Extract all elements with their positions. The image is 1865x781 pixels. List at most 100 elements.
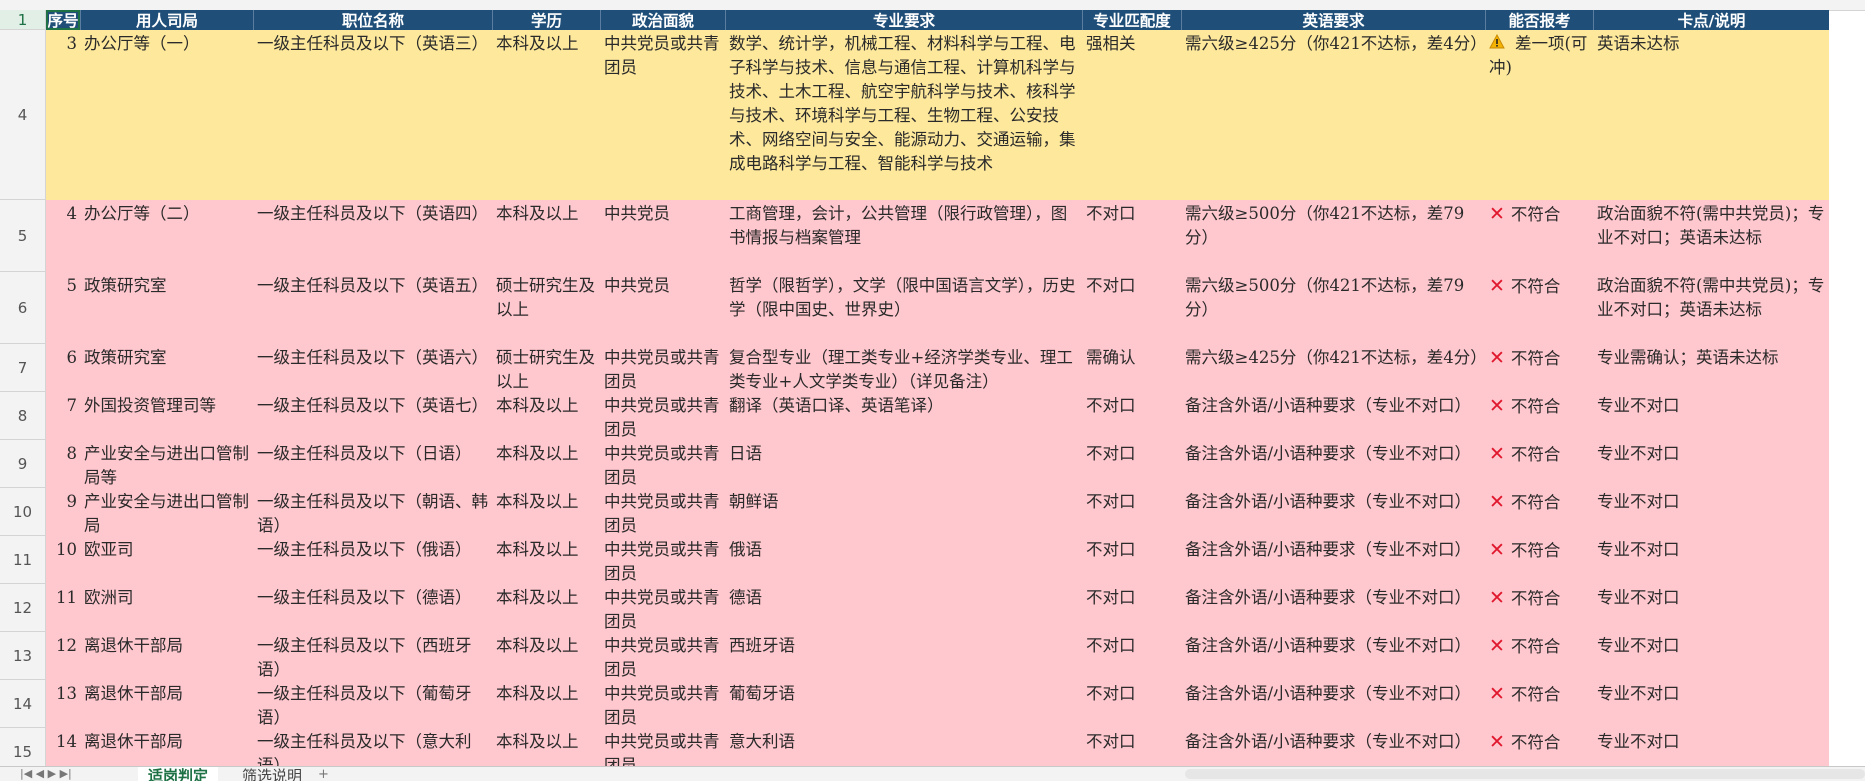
position-title-cell[interactable]: 一级主任科员及以下（日语） [253, 440, 492, 488]
row-header[interactable]: 15 [0, 728, 46, 766]
position-title-cell[interactable]: 一级主任科员及以下（俄语） [253, 536, 492, 584]
political-status-cell[interactable]: 中共党员或共青团员 [600, 392, 725, 440]
department-cell[interactable]: 欧洲司 [80, 584, 253, 632]
position-title-cell[interactable]: 一级主任科员及以下（英语六） [253, 344, 492, 392]
english-requirement-cell[interactable]: 备注含外语/小语种要求（专业不对口） [1181, 392, 1485, 440]
major-match-cell[interactable]: 不对口 [1082, 272, 1181, 344]
eligibility-cell[interactable]: ✕ 不符合 [1485, 392, 1593, 440]
education-cell[interactable]: 本科及以上 [492, 728, 600, 766]
column-heading[interactable]: 能否报考 [1485, 10, 1593, 30]
department-cell[interactable]: 办公厅等（一） [80, 30, 253, 200]
tab-fit-judgment[interactable]: 适岗判定 [138, 767, 219, 781]
major-requirement-cell[interactable]: 西班牙语 [725, 632, 1082, 680]
position-title-cell[interactable]: 一级主任科员及以下（朝语、韩语） [253, 488, 492, 536]
position-title-cell[interactable]: 一级主任科员及以下（英语四） [253, 200, 492, 272]
education-cell[interactable]: 本科及以上 [492, 632, 600, 680]
education-cell[interactable]: 本科及以上 [492, 536, 600, 584]
department-cell[interactable]: 离退休干部局 [80, 680, 253, 728]
major-requirement-cell[interactable]: 葡萄牙语 [725, 680, 1082, 728]
position-title-cell[interactable]: 一级主任科员及以下（英语三） [253, 30, 492, 200]
major-requirement-cell[interactable]: 日语 [725, 440, 1082, 488]
row-header[interactable]: 6 [0, 272, 46, 344]
eligibility-cell[interactable]: ✕ 不符合 [1485, 728, 1593, 766]
major-requirement-cell[interactable]: 德语 [725, 584, 1082, 632]
major-match-cell[interactable]: 不对口 [1082, 584, 1181, 632]
political-status-cell[interactable]: 中共党员或共青团员 [600, 584, 725, 632]
column-heading[interactable]: 职位名称 [253, 10, 492, 30]
eligibility-cell[interactable]: ✕ 不符合 [1485, 488, 1593, 536]
major-match-cell[interactable]: 不对口 [1082, 392, 1181, 440]
eligibility-cell[interactable]: ✕ 不符合 [1485, 344, 1593, 392]
add-sheet-button[interactable]: + [318, 767, 329, 781]
eligibility-cell[interactable]: ✕ 不符合 [1485, 440, 1593, 488]
education-cell[interactable]: 本科及以上 [492, 392, 600, 440]
row-header[interactable]: 4 [0, 30, 46, 200]
notes-cell[interactable]: 政治面貌不符(需中共党员)；专业不对口；英语未达标 [1593, 200, 1829, 272]
notes-cell[interactable]: 专业不对口 [1593, 632, 1829, 680]
column-heading[interactable]: 专业要求 [725, 10, 1082, 30]
serial-cell[interactable]: 9 [46, 488, 80, 536]
major-match-cell[interactable]: 不对口 [1082, 536, 1181, 584]
horizontal-scrollbar[interactable] [1185, 769, 1865, 779]
political-status-cell[interactable]: 中共党员或共青团员 [600, 344, 725, 392]
major-requirement-cell[interactable]: 数学、统计学，机械工程、材料科学与工程、电子科学与技术、信息与通信工程、计算机科… [725, 30, 1082, 200]
serial-cell[interactable]: 8 [46, 440, 80, 488]
political-status-cell[interactable]: 中共党员或共青团员 [600, 632, 725, 680]
major-match-cell[interactable]: 不对口 [1082, 440, 1181, 488]
serial-cell[interactable]: 7 [46, 392, 80, 440]
notes-cell[interactable]: 专业不对口 [1593, 584, 1829, 632]
serial-cell[interactable]: 4 [46, 200, 80, 272]
english-requirement-cell[interactable]: 需六级≥500分（你421不达标，差79分） [1181, 200, 1485, 272]
major-requirement-cell[interactable]: 翻译（英语口译、英语笔译） [725, 392, 1082, 440]
political-status-cell[interactable]: 中共党员 [600, 272, 725, 344]
department-cell[interactable]: 政策研究室 [80, 344, 253, 392]
notes-cell[interactable]: 英语未达标 [1593, 30, 1829, 200]
column-heading[interactable]: 序号 [46, 10, 80, 30]
education-cell[interactable]: 本科及以上 [492, 200, 600, 272]
political-status-cell[interactable]: 中共党员或共青团员 [600, 440, 725, 488]
major-match-cell[interactable]: 强相关 [1082, 30, 1181, 200]
row-header[interactable]: 1 [0, 10, 46, 30]
political-status-cell[interactable]: 中共党员或共青团员 [600, 680, 725, 728]
position-title-cell[interactable]: 一级主任科员及以下（英语七） [253, 392, 492, 440]
serial-cell[interactable]: 11 [46, 584, 80, 632]
row-header[interactable]: 8 [0, 392, 46, 440]
column-heading[interactable]: 专业匹配度 [1082, 10, 1181, 30]
serial-cell[interactable]: 6 [46, 344, 80, 392]
position-title-cell[interactable]: 一级主任科员及以下（英语五） [253, 272, 492, 344]
education-cell[interactable]: 本科及以上 [492, 680, 600, 728]
political-status-cell[interactable]: 中共党员或共青团员 [600, 536, 725, 584]
row-header[interactable]: 12 [0, 584, 46, 632]
major-requirement-cell[interactable]: 意大利语 [725, 728, 1082, 766]
eligibility-cell[interactable]: ✕ 不符合 [1485, 272, 1593, 344]
department-cell[interactable]: 办公厅等（二） [80, 200, 253, 272]
notes-cell[interactable]: 政治面貌不符(需中共党员)；专业不对口；英语未达标 [1593, 272, 1829, 344]
english-requirement-cell[interactable]: 需六级≥425分（你421不达标，差4分） [1181, 30, 1485, 200]
column-heading[interactable]: 用人司局 [80, 10, 253, 30]
education-cell[interactable]: 本科及以上 [492, 440, 600, 488]
english-requirement-cell[interactable]: 备注含外语/小语种要求（专业不对口） [1181, 680, 1485, 728]
education-cell[interactable]: 硕士研究生及以上 [492, 344, 600, 392]
education-cell[interactable]: 本科及以上 [492, 584, 600, 632]
political-status-cell[interactable]: 中共党员或共青团员 [600, 30, 725, 200]
department-cell[interactable]: 政策研究室 [80, 272, 253, 344]
position-title-cell[interactable]: 一级主任科员及以下（葡萄牙语） [253, 680, 492, 728]
row-header[interactable]: 11 [0, 536, 46, 584]
column-heading[interactable]: 英语要求 [1181, 10, 1485, 30]
eligibility-cell[interactable]: ✕ 不符合 [1485, 200, 1593, 272]
department-cell[interactable]: 离退休干部局 [80, 632, 253, 680]
english-requirement-cell[interactable]: 需六级≥500分（你421不达标，差79分） [1181, 272, 1485, 344]
serial-cell[interactable]: 5 [46, 272, 80, 344]
major-match-cell[interactable]: 不对口 [1082, 632, 1181, 680]
department-cell[interactable]: 欧亚司 [80, 536, 253, 584]
major-requirement-cell[interactable]: 工商管理，会计，公共管理（限行政管理），图书情报与档案管理 [725, 200, 1082, 272]
notes-cell[interactable]: 专业不对口 [1593, 440, 1829, 488]
education-cell[interactable]: 硕士研究生及以上 [492, 272, 600, 344]
english-requirement-cell[interactable]: 备注含外语/小语种要求（专业不对口） [1181, 488, 1485, 536]
department-cell[interactable]: 产业安全与进出口管制局 [80, 488, 253, 536]
major-requirement-cell[interactable]: 朝鲜语 [725, 488, 1082, 536]
notes-cell[interactable]: 专业不对口 [1593, 536, 1829, 584]
notes-cell[interactable]: 专业需确认；英语未达标 [1593, 344, 1829, 392]
row-header[interactable]: 14 [0, 680, 46, 728]
serial-cell[interactable]: 3 [46, 30, 80, 200]
